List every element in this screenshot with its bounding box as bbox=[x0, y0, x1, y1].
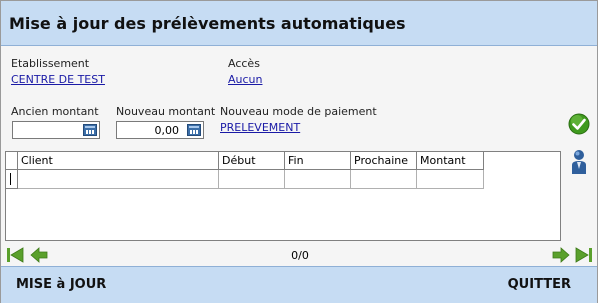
column-header-montant[interactable]: Montant bbox=[417, 152, 484, 170]
acces-label: Accès bbox=[228, 57, 260, 70]
pager-text: 0/0 bbox=[1, 249, 598, 262]
page-indicator: 0/0 bbox=[291, 249, 309, 262]
last-page-icon[interactable] bbox=[574, 245, 594, 265]
dialog-window: Mise à jour des prélèvements automatique… bbox=[0, 0, 598, 303]
nouveau-mode-label: Nouveau mode de paiement bbox=[220, 105, 377, 118]
calendar-icon[interactable] bbox=[83, 124, 97, 136]
column-header-fin[interactable]: Fin bbox=[285, 152, 351, 170]
ancien-montant-label: Ancien montant bbox=[11, 105, 99, 118]
calendar-icon[interactable] bbox=[187, 124, 201, 136]
next-page-icon[interactable] bbox=[551, 245, 571, 265]
column-header-prochaine[interactable]: Prochaine bbox=[351, 152, 417, 170]
user-icon[interactable] bbox=[570, 149, 588, 175]
etablissement-link[interactable]: CENTRE DE TEST bbox=[11, 73, 105, 86]
table-cell[interactable] bbox=[219, 170, 285, 189]
title-bar: Mise à jour des prélèvements automatique… bbox=[1, 1, 597, 46]
results-table[interactable]: Client Début Fin Prochaine Montant bbox=[5, 151, 561, 241]
row-selector-header bbox=[6, 152, 18, 170]
nouveau-montant-field[interactable]: 0,00 bbox=[116, 121, 204, 139]
etablissement-label: Etablissement bbox=[11, 57, 90, 70]
table-cell[interactable] bbox=[18, 170, 219, 189]
ancien-montant-field[interactable] bbox=[12, 121, 100, 139]
table-cell[interactable] bbox=[417, 170, 484, 189]
quit-button[interactable]: QUITTER bbox=[508, 277, 571, 292]
window-title: Mise à jour des prélèvements automatique… bbox=[9, 14, 406, 33]
nouveau-montant-label: Nouveau montant bbox=[116, 105, 216, 118]
nouveau-montant-value: 0,00 bbox=[154, 124, 180, 137]
column-header-client[interactable]: Client bbox=[18, 152, 219, 170]
column-header-debut[interactable]: Début bbox=[219, 152, 285, 170]
acces-link[interactable]: Aucun bbox=[228, 73, 263, 86]
update-button[interactable]: MISE à JOUR bbox=[16, 277, 106, 292]
check-circle-icon[interactable] bbox=[568, 113, 590, 135]
table-cell[interactable] bbox=[285, 170, 351, 189]
mode-paiement-link[interactable]: PRELEVEMENT bbox=[220, 121, 300, 134]
row-selector[interactable] bbox=[6, 170, 18, 189]
table-cell[interactable] bbox=[351, 170, 417, 189]
bottom-action-bar: MISE à JOUR QUITTER bbox=[1, 266, 597, 303]
